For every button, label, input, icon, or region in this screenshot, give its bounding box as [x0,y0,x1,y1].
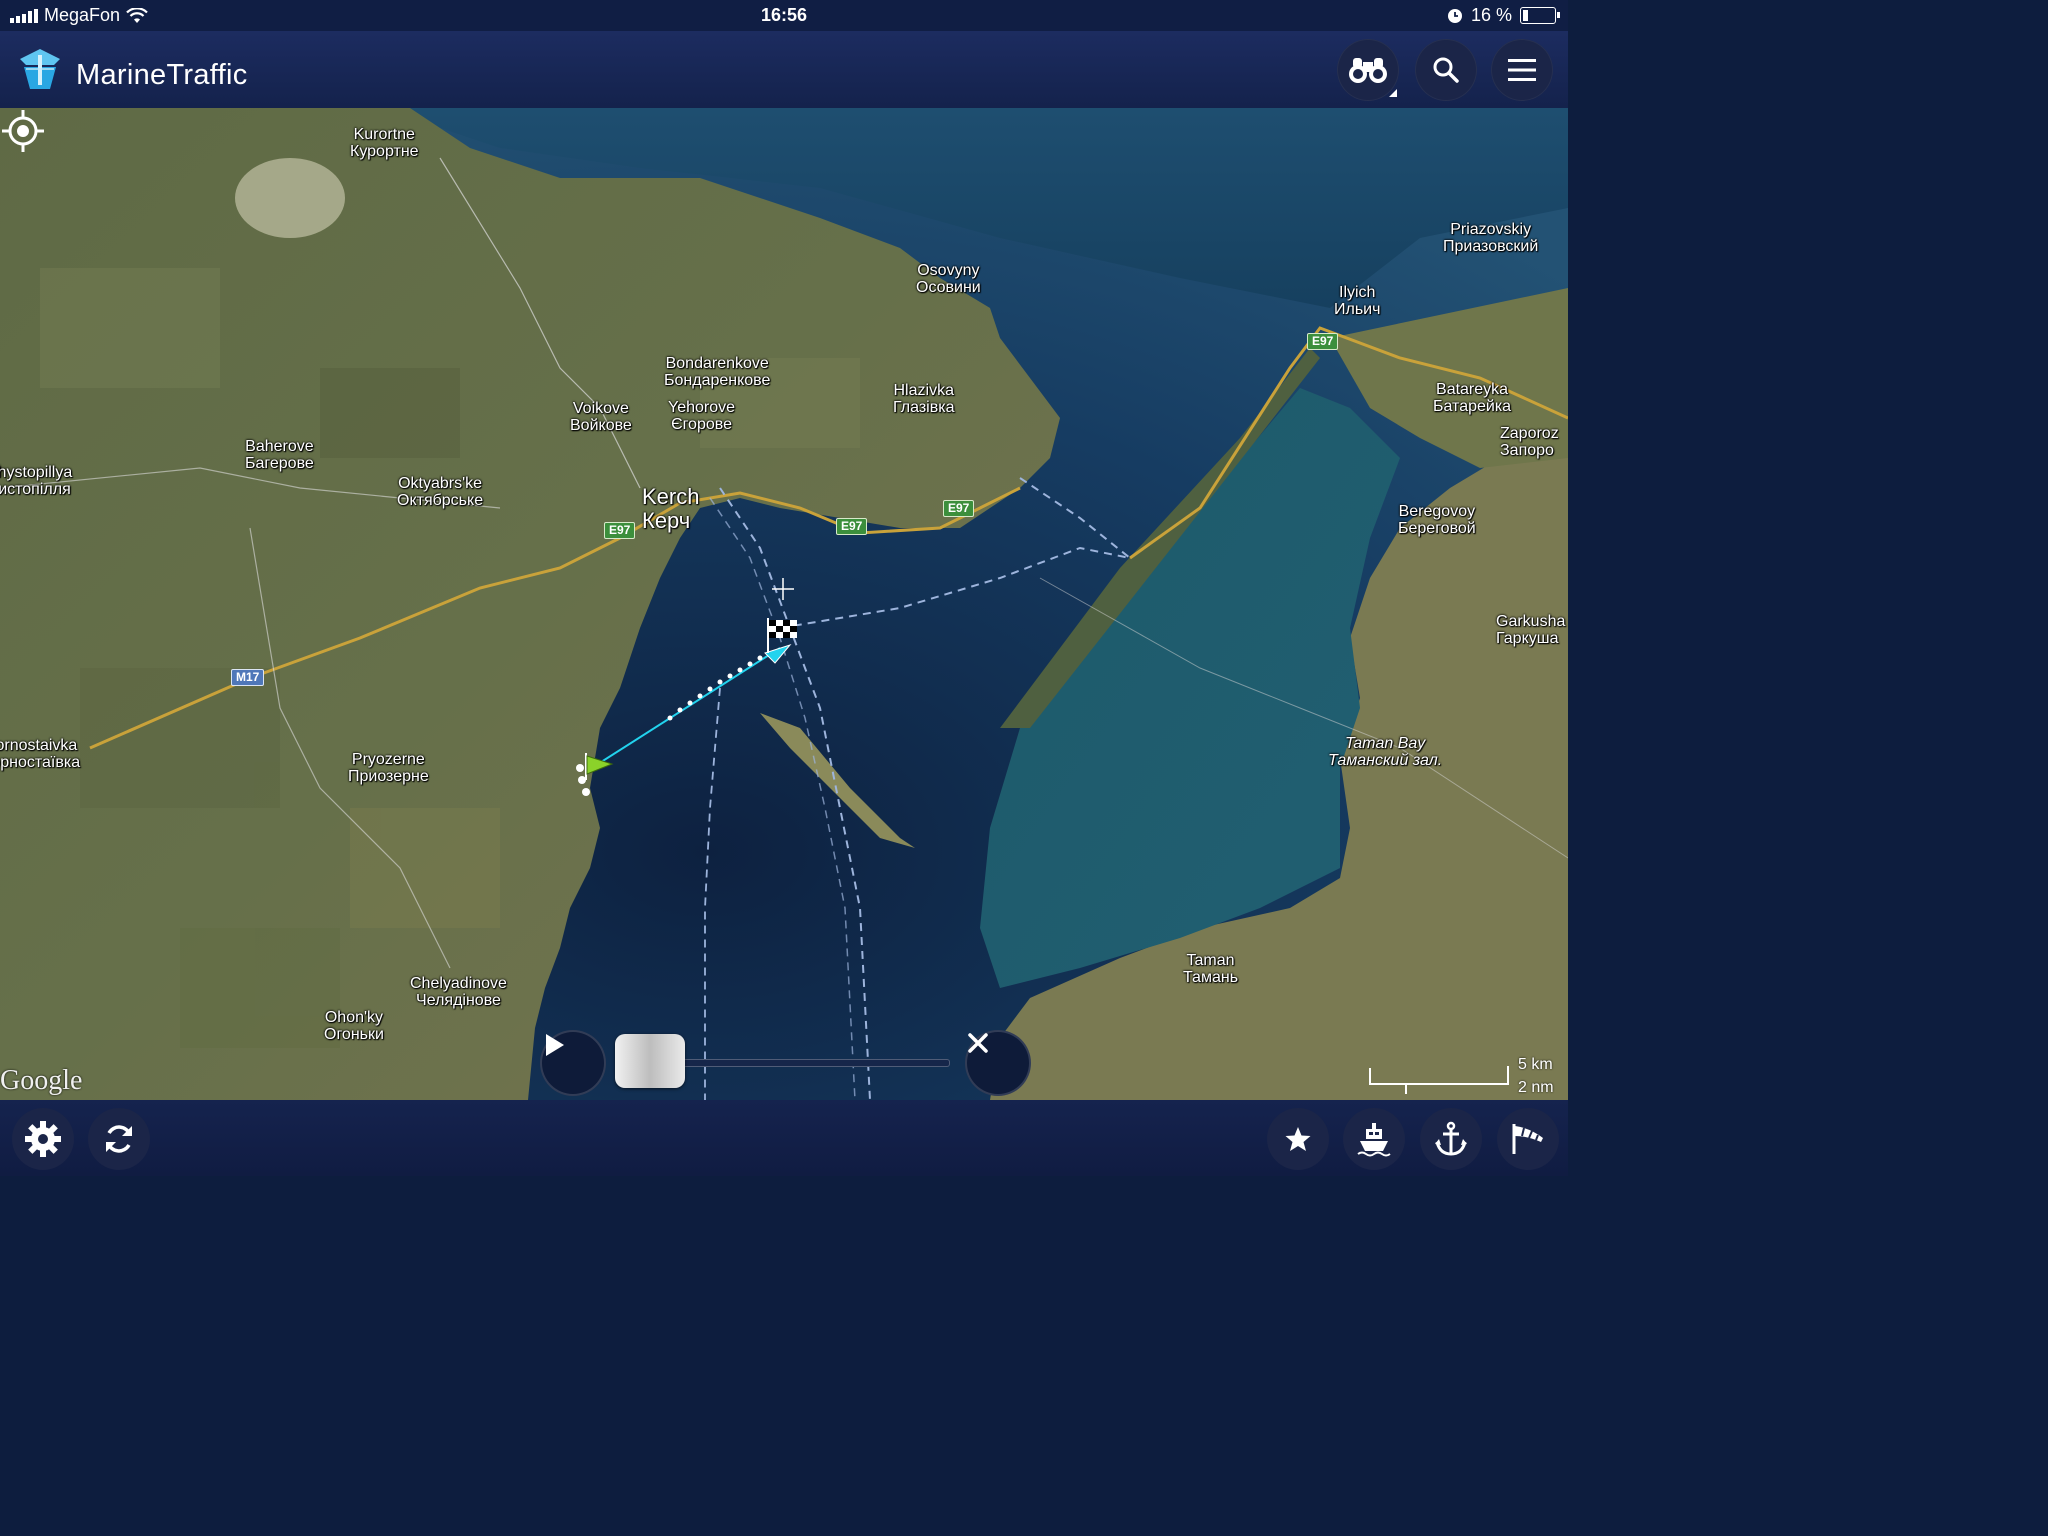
gear-icon [25,1121,61,1157]
ship-icon [1357,1123,1391,1157]
play-icon [546,1034,564,1056]
road-shield-e97: E97 [604,522,636,539]
search-icon [1433,57,1459,83]
play-button[interactable] [540,1030,606,1096]
wind-icon [1512,1124,1543,1154]
scale-bar [1369,1066,1509,1094]
place-garkusha: Garkusha Гаркуша [1496,613,1566,647]
place-chelyadinove: Chelyadinove Челядінове [410,975,507,1009]
place-kornostaivka: KornostaivkaКорностаївка [0,737,81,771]
place-batareyka: Batareyka Батарейка [1433,381,1512,415]
status-bar: MegaFon 16:56 16 % [0,0,1568,31]
app-header: MarineTraffic [0,31,1568,108]
alarm-icon [1447,8,1462,23]
place-ilyich: Ilyich Ильич [1334,284,1381,318]
place-oktyabrske: Oktyabrs'ke Октябрське [397,475,484,509]
star-icon [1285,1127,1311,1151]
place-voikove: Voikove Войкове [570,400,632,434]
menu-icon [1508,59,1536,81]
weather-button[interactable] [1497,1108,1559,1170]
scale-nautical: 2 nm [1518,1079,1554,1096]
place-yehorove: Yehorove Єгорове [668,399,736,433]
settings-button[interactable] [12,1108,74,1170]
place-priazovskiy: Priazovskiy Приазовский [1443,221,1539,255]
close-icon [968,1033,988,1053]
road-shield-e97: E97 [836,518,868,535]
place-zaporozh: Zaporoz Запоро [1500,425,1559,459]
binoculars-button[interactable] [1337,39,1399,101]
anchor-icon [1435,1121,1467,1156]
road-shield-e97: E97 [943,500,975,517]
road-shield-m17: M17 [231,669,265,686]
scale-metric: 5 km [1518,1056,1553,1073]
place-bondarenkove: Bondarenkove Бондаренкове [664,355,771,389]
clock: 16:56 [760,5,808,25]
binoculars-icon [1349,58,1387,83]
favorites-button[interactable] [1267,1108,1329,1170]
place-beregovoy: Beregovoy Береговой [1398,503,1476,537]
ports-button[interactable] [1420,1108,1482,1170]
google-attribution: Google [0,1065,83,1096]
place-hlazivka: Hlazivka Глазівка [893,382,955,416]
track-playback-controls [540,1028,1031,1096]
playback-slider-thumb[interactable] [615,1034,685,1088]
corner-triangle-icon [1389,89,1397,97]
marinetraffic-logo-icon [20,49,60,89]
place-baherove: Baherove Багерове [245,438,314,472]
place-osovyny: Osovyny Осовини [916,262,981,296]
refresh-button[interactable] [88,1108,150,1170]
place-ohonky: Ohon'ky Огоньки [324,1009,384,1043]
road-shield-e97: E97 [1307,333,1339,350]
close-playback-button[interactable] [965,1030,1031,1096]
refresh-icon [106,1125,132,1153]
satellite-map[interactable]: Kurortne Курортне Osovyny Осовини Priazovs… [0,108,1568,1100]
map-scale: 5 km 2 nm [1368,1054,1558,1096]
place-chystopillya: ChystopillyaЧистопілля [0,464,73,498]
bottom-toolbar [0,1100,1568,1176]
place-taman-bay: Taman Bay Таманский зал. [1328,735,1443,769]
locate-me-icon[interactable] [0,108,46,154]
menu-button[interactable] [1491,39,1553,101]
app-title: MarineTraffic [76,59,248,91]
place-kurortne: Kurortne Курортне [350,126,419,160]
map-canvas [0,108,1568,1100]
vessels-button[interactable] [1343,1108,1405,1170]
place-taman: Taman Тамань [1183,952,1239,986]
place-pryozerne: Pryozerne Приозерне [348,751,429,785]
battery-percent: 16 % [1470,5,1512,25]
battery-icon [1520,7,1560,24]
search-button[interactable] [1415,39,1477,101]
place-kerch: Kerch Керч [642,484,700,533]
